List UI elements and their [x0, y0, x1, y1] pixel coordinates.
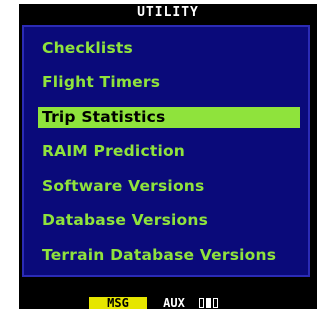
- menu-item-terrain-database-versions[interactable]: Terrain Database Versions: [38, 245, 280, 266]
- menu-item-trip-statistics[interactable]: Trip Statistics: [38, 107, 300, 128]
- menu-item-raim-prediction[interactable]: RAIM Prediction: [38, 141, 189, 162]
- aux-page-group-label: AUX: [152, 297, 196, 309]
- gps-display-screen: UTILITY Checklists Flight Timers Trip St…: [19, 4, 317, 309]
- utility-menu-window: Checklists Flight Timers Trip Statistics…: [22, 25, 310, 277]
- menu-item-flight-timers[interactable]: Flight Timers: [38, 72, 164, 93]
- current-page-box-icon: [206, 298, 211, 308]
- page-box-icon: [213, 298, 218, 308]
- menu-item-checklists[interactable]: Checklists: [38, 38, 137, 59]
- menu-item-database-versions[interactable]: Database Versions: [38, 210, 212, 231]
- page-box-icon: [199, 298, 204, 308]
- page-title: UTILITY: [19, 4, 317, 21]
- menu-item-software-versions[interactable]: Software Versions: [38, 176, 208, 197]
- status-bar: MSG AUX: [19, 281, 317, 309]
- msg-annunciator[interactable]: MSG: [89, 297, 147, 309]
